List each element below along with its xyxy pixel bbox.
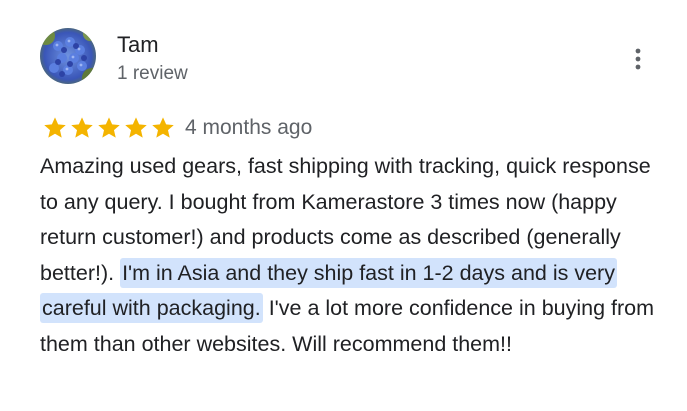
avatar[interactable] (40, 28, 96, 84)
review-text: Amazing used gears, fast shipping with t… (40, 149, 660, 362)
star-icon (98, 117, 120, 138)
reviewer-name[interactable]: Tam (117, 32, 159, 58)
more-vert-icon (635, 48, 641, 70)
review-date: 4 months ago (185, 116, 313, 139)
more-options-button[interactable] (622, 44, 654, 74)
review-card: Tam 1 review 4 months ago Amazing used g… (0, 0, 687, 411)
star-icon (125, 117, 147, 138)
rating-row: 4 months ago (42, 115, 312, 141)
review-count[interactable]: 1 review (117, 62, 188, 86)
star-icon (44, 117, 66, 138)
star-icon (71, 117, 93, 138)
star-rating (42, 115, 176, 141)
avatar-hydrangea-image (40, 28, 96, 84)
star-icon (152, 117, 174, 138)
